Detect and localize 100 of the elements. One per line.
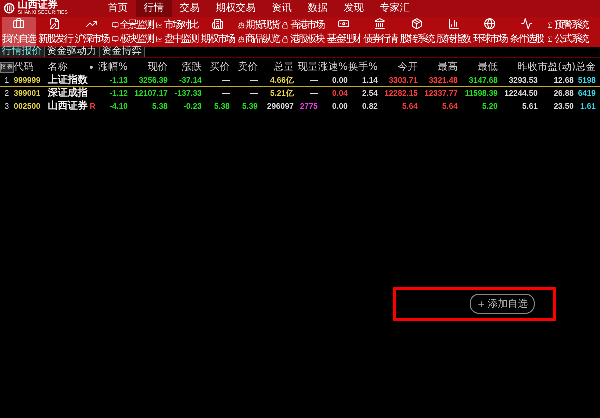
column-header[interactable]: 涨跌 — [168, 62, 202, 72]
table-cell-text: 5.38 — [151, 100, 168, 112]
toolbar-button[interactable]: 债券行情 — [363, 17, 398, 47]
table-cell-text: 3256.39 — [138, 74, 168, 86]
table-row[interactable]: 1 999999 上证指数 -1.13 3256.39 -37.14 — — 4.66亿 — 0.00 1.14 3303.71 3321.48 3147.68 3293.53 12.68 5198 — [0, 74, 600, 87]
table-cell-text: 002500 — [14, 100, 42, 112]
table-cell-text: 上证指数 — [48, 74, 89, 86]
toolbar-link[interactable]: 市场对比 — [156, 20, 198, 30]
table-cell-text: 399001 — [14, 88, 42, 98]
table-row[interactable]: 2 399001 深证成指 -1.12 12107.17 -137.33 — — 5.21亿 — 0.04 2.54 12282.15 12337.77 11598.39 12244.50 26.88 6419 — [0, 87, 600, 100]
toolbar-link[interactable]: 全景监测 — [112, 20, 154, 30]
table-cell-text: — — [309, 88, 318, 98]
column-header[interactable]: 买价 — [202, 62, 230, 72]
table-cell-text: 26.88 — [552, 88, 574, 98]
table-cell-text: — — [309, 74, 318, 86]
toolbar-button[interactable]: 期权市场 — [201, 17, 235, 47]
column-header[interactable]: 涨幅% — [98, 62, 128, 72]
dot-icon — [90, 66, 93, 68]
column-header[interactable]: 总金 — [574, 62, 596, 72]
monitor-icon — [112, 22, 119, 28]
column-header[interactable]: 市盈(动) — [538, 62, 574, 72]
banknote-icon — [338, 18, 350, 30]
table-cell-text: 4.66亿 — [269, 74, 294, 86]
toolbar-link[interactable]: 盘中监测 — [156, 34, 198, 44]
table-cell-text: 5.64 — [441, 100, 458, 112]
table-cell-text: 5.64 — [401, 100, 418, 112]
column-header[interactable]: 名称 — [48, 62, 90, 72]
pulse-icon — [520, 18, 533, 30]
table-cell-text: -137.33 — [174, 88, 202, 98]
add-watchlist-button[interactable]: 添加自选 — [470, 294, 535, 314]
toolbar-link[interactable]: 香港市场 — [282, 20, 324, 30]
table-row[interactable]: 3 002500 山西证券 R -4.10 5.38 -0.23 5.38 5.39 296097 2775 0.00 0.82 5.64 5.64 5.20 5.61 23.50 1.61 — [0, 100, 600, 113]
column-header[interactable]: 现价 — [128, 62, 168, 72]
monitor-icon — [112, 36, 119, 42]
toolbar-link[interactable]: 期货现货 — [238, 20, 280, 30]
line-chart-icon — [156, 36, 164, 42]
lock-icon — [282, 36, 290, 42]
column-header[interactable]: 卖价 — [230, 62, 258, 72]
toolbar-link[interactable]: 公式系统 — [546, 34, 588, 44]
table-cell-text: -4.10 — [108, 100, 128, 112]
toolbar-button[interactable]: 基金理财 — [326, 17, 360, 47]
table-cell-text: 23.50 — [552, 100, 574, 112]
table-cell-text: 2775 — [299, 100, 318, 112]
table-cell-text: 1.14 — [361, 74, 378, 86]
column-header[interactable]: 最高 — [418, 62, 458, 72]
table-cell-text: 5.38 — [213, 100, 230, 112]
table-cell-text: — — [221, 74, 230, 86]
column-header[interactable]: 今开 — [378, 62, 418, 72]
table-cell-text: 0.04 — [331, 88, 348, 98]
menu-item[interactable]: 期权交易 — [208, 0, 264, 17]
table-cell-text: 12282.15 — [384, 88, 418, 98]
table-cell-text: 5198 — [577, 74, 596, 86]
table-cell-text: 6419 — [577, 88, 596, 98]
table-cell-text: 12337.77 — [424, 88, 458, 98]
table-cell-text: 5.39 — [241, 100, 258, 112]
column-header[interactable]: 昨收 — [498, 62, 538, 72]
toolbar-link[interactable]: 预警系统 — [546, 20, 588, 30]
toolbar-button[interactable]: 沪深市场 — [75, 17, 109, 47]
table-cell-text: -37.14 — [178, 74, 202, 86]
column-header[interactable]: 最低 — [458, 62, 498, 72]
column-header[interactable]: 代码 — [14, 62, 48, 72]
logo-icon — [4, 3, 15, 14]
menu-item[interactable]: 专家汇 — [372, 0, 418, 17]
column-header[interactable]: 涨速% — [318, 62, 348, 72]
toolbar-button[interactable]: 我的自选 — [2, 17, 36, 47]
table-cell-text: 296097 — [266, 100, 294, 112]
menu-item[interactable]: 数据 — [300, 0, 336, 17]
toolbar-button[interactable]: 股转指数 — [436, 17, 470, 47]
toolbar-link[interactable]: 商品纵览 — [238, 34, 280, 44]
table-cell-text: 12244.50 — [504, 88, 538, 98]
tab[interactable]: 行情报价 — [0, 47, 45, 57]
table-cell-text: -1.13 — [108, 74, 128, 86]
row-number: 1 — [4, 76, 10, 84]
column-header[interactable]: 换手% — [348, 62, 378, 72]
column-header[interactable]: 总量 — [258, 62, 294, 72]
menu-item[interactable]: 资讯 — [264, 0, 300, 17]
briefcase-icon — [12, 18, 25, 30]
menu-item[interactable]: 首页 — [100, 0, 136, 17]
table-cell-text: 1.61 — [579, 100, 596, 112]
menu-item[interactable]: 行情 — [136, 0, 172, 17]
table-cell-text: — — [249, 74, 258, 86]
line-chart-icon — [156, 22, 164, 28]
toolbar-button[interactable]: 新股发行 — [38, 17, 72, 47]
table-cell-text: 深证成指 — [48, 88, 89, 98]
toolbar-link[interactable]: 板块监测 — [112, 34, 154, 44]
toolbar-button[interactable]: 股转系统 — [400, 17, 434, 47]
table-cell-text: 0.00 — [331, 74, 348, 86]
column-header[interactable]: 现量 — [294, 62, 318, 72]
toolbar-link[interactable]: 港股板块 — [282, 34, 324, 44]
menu-item[interactable]: 交易 — [172, 0, 208, 17]
tab[interactable]: 资金驱动力 — [45, 47, 100, 57]
table-cell-text: -1.12 — [108, 88, 128, 98]
toolbar-button[interactable]: 环球市场 — [473, 17, 507, 47]
table-cell-text: 0.82 — [361, 100, 378, 112]
toolbar-button[interactable]: 条件选股 — [510, 17, 544, 47]
bar-chart-icon — [448, 18, 460, 30]
tab[interactable]: 资金博弈 — [100, 47, 145, 57]
menu-item[interactable]: 发现 — [336, 0, 372, 17]
ship-icon — [238, 22, 245, 28]
table-cell-text: 12107.17 — [134, 88, 168, 98]
